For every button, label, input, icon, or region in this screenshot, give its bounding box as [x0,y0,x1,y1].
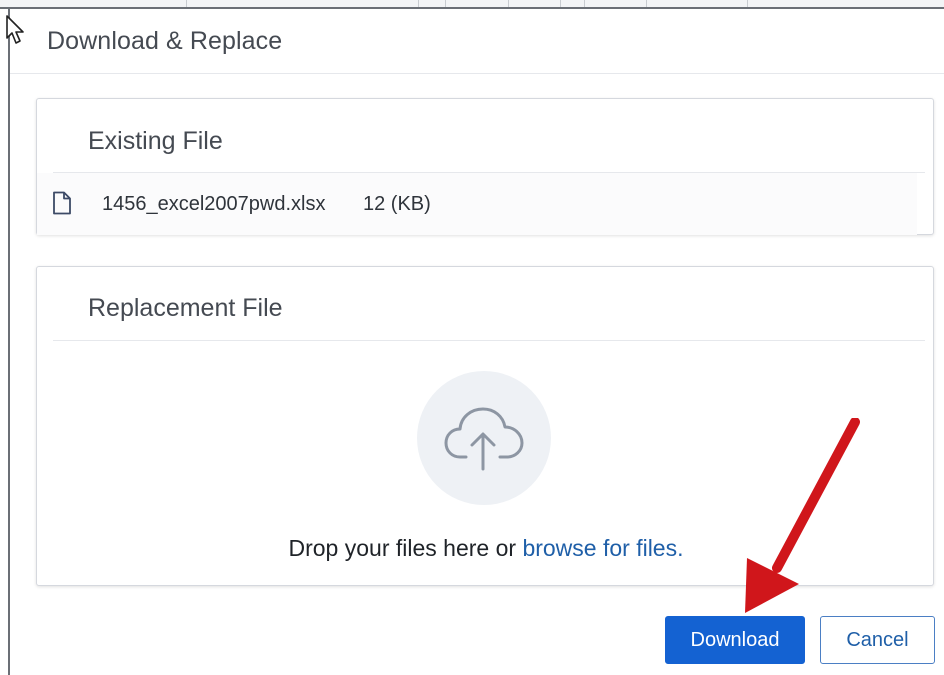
cancel-button[interactable]: Cancel [820,616,935,664]
existing-file-row: 1456_excel2007pwd.xlsx 12 (KB) [37,173,917,235]
upload-dropzone-circle[interactable] [417,371,551,505]
replacement-file-heading: Replacement File [88,294,283,322]
mouse-cursor-icon [6,15,24,44]
column-divider [186,0,187,7]
existing-file-name: 1456_excel2007pwd.xlsx [102,193,326,215]
column-divider [508,0,509,7]
annotation-arrow-icon [745,418,860,613]
existing-file-heading: Existing File [88,127,223,155]
column-divider [560,0,561,7]
column-divider [747,0,748,7]
cloud-upload-icon [444,407,524,471]
existing-file-size: 12 (KB) [363,193,431,215]
column-divider [646,0,647,7]
browse-files-link[interactable]: browse for files. [522,535,683,561]
column-divider [445,0,446,7]
column-divider [584,0,585,7]
title-divider [10,73,944,74]
column-divider [418,0,419,7]
download-button[interactable]: Download [665,616,805,664]
window-top-strip [0,0,944,9]
panel-divider [53,340,925,341]
drop-text: Drop your files here or [288,535,517,561]
dialog-title: Download & Replace [47,27,283,55]
existing-file-panel: Existing File 1456_excel2007pwd.xlsx 12 … [36,98,934,235]
document-icon [53,191,71,215]
